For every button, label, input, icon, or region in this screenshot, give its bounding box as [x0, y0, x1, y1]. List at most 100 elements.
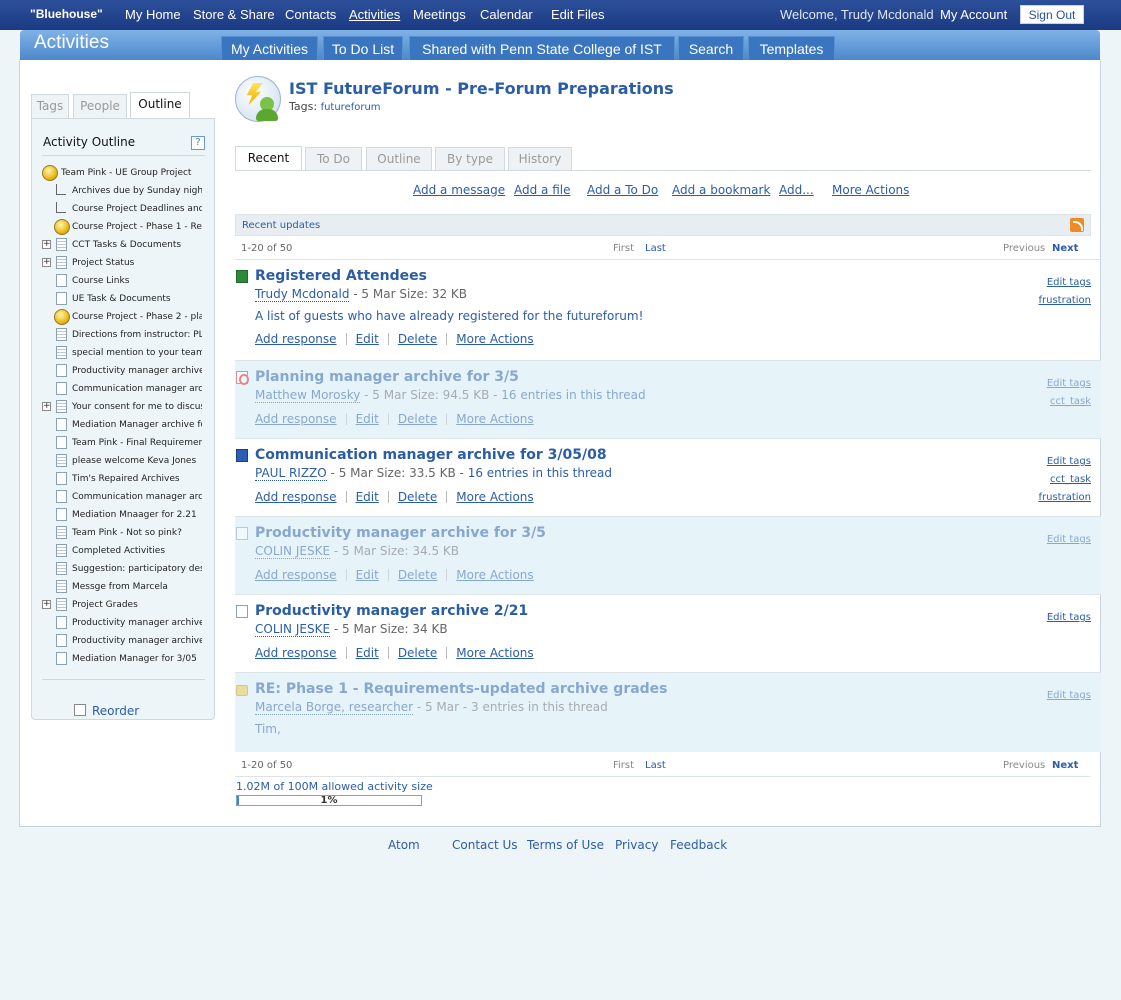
- add-response-link[interactable]: Add response: [255, 646, 337, 660]
- add-response-link[interactable]: Add response: [255, 490, 337, 504]
- entry-title[interactable]: Planning manager archive for 3/5: [255, 369, 519, 385]
- tab-my-activities[interactable]: My Activities: [221, 36, 318, 60]
- add-response-link[interactable]: Add response: [255, 412, 337, 426]
- entry-tag-link[interactable]: cct_task: [1050, 474, 1091, 485]
- sidebar-tab-people[interactable]: People: [73, 94, 127, 118]
- footer-privacy-link[interactable]: Privacy: [615, 838, 658, 852]
- tab-recent[interactable]: Recent: [235, 146, 302, 171]
- outline-item[interactable]: Course Project Deadlines and T: [32, 201, 216, 217]
- outline-item[interactable]: Team Pink - Final Requirements: [32, 435, 216, 451]
- footer-terms-link[interactable]: Terms of Use: [527, 838, 604, 852]
- outline-item[interactable]: + Project Status: [32, 255, 216, 271]
- delete-link[interactable]: Delete: [398, 490, 437, 504]
- entry-author-link[interactable]: Marcela Borge, researcher: [255, 700, 414, 715]
- outline-item[interactable]: Mediation Manager for 3/05: [32, 651, 216, 667]
- entry-author-link[interactable]: COLIN JESKE: [255, 622, 331, 637]
- entry-author-link[interactable]: COLIN JESKE: [255, 544, 331, 559]
- nav-calendar[interactable]: Calendar: [480, 7, 533, 22]
- more-actions-link[interactable]: More Actions: [832, 183, 909, 197]
- entry-title[interactable]: Productivity manager archive 2/21: [255, 603, 528, 619]
- outline-item[interactable]: Productivity manager archive fo: [32, 363, 216, 379]
- footer-atom-link[interactable]: Atom: [388, 838, 420, 852]
- outline-item[interactable]: Messge from Marcela: [32, 579, 216, 595]
- next-page-link[interactable]: Next: [1052, 243, 1078, 254]
- reorder-checkbox[interactable]: [74, 704, 86, 716]
- more-actions-link[interactable]: More Actions: [456, 568, 533, 582]
- expand-icon[interactable]: +: [42, 600, 51, 609]
- outline-item[interactable]: Mediation Manager archive for 2: [32, 417, 216, 433]
- my-account-link[interactable]: My Account: [940, 7, 1007, 22]
- outline-item[interactable]: Tim's Repaired Archives: [32, 471, 216, 487]
- tab-outline[interactable]: Outline: [366, 147, 432, 170]
- entry-title[interactable]: Productivity manager archive for 3/5: [255, 525, 546, 541]
- expand-icon[interactable]: +: [42, 240, 51, 249]
- edit-link[interactable]: Edit: [356, 490, 379, 504]
- delete-link[interactable]: Delete: [398, 332, 437, 346]
- next-page-link[interactable]: Next: [1052, 760, 1078, 771]
- nav-my-home[interactable]: My Home: [125, 7, 181, 22]
- outline-item[interactable]: Team Pink - Not so pink?: [32, 525, 216, 541]
- entry-tag-link[interactable]: frustration: [1039, 295, 1092, 306]
- outline-item[interactable]: Communication manager archiv: [32, 381, 216, 397]
- more-actions-link[interactable]: More Actions: [456, 490, 533, 504]
- footer-feedback-link[interactable]: Feedback: [670, 838, 727, 852]
- nav-edit-files[interactable]: Edit Files: [551, 7, 604, 22]
- tab-templates[interactable]: Templates: [748, 36, 835, 60]
- outline-item[interactable]: special mention to your team i: [32, 345, 216, 361]
- add-bookmark-link[interactable]: Add a bookmark: [672, 183, 770, 197]
- edit-tags-link[interactable]: Edit tags: [1047, 690, 1091, 701]
- tab-todo-list[interactable]: To Do List: [323, 36, 403, 60]
- outline-item[interactable]: Archives due by Sunday night: [32, 183, 216, 199]
- add-file-link[interactable]: Add a file: [514, 183, 571, 197]
- add-response-link[interactable]: Add response: [255, 568, 337, 582]
- help-icon[interactable]: ?: [191, 136, 205, 150]
- nav-store-share[interactable]: Store & Share: [193, 7, 275, 22]
- edit-tags-link[interactable]: Edit tags: [1047, 378, 1091, 389]
- edit-link[interactable]: Edit: [356, 568, 379, 582]
- add-message-link[interactable]: Add a message: [413, 183, 505, 197]
- thread-count-link[interactable]: 16 entries in this thread: [468, 466, 612, 480]
- outline-item[interactable]: Course Project - Phase 1 - Requ: [32, 219, 216, 235]
- outline-item[interactable]: + Project Grades: [32, 597, 216, 613]
- outline-item[interactable]: Mediation Mnaager for 2.21: [32, 507, 216, 523]
- outline-item[interactable]: Directions from instructor: PLEA: [32, 327, 216, 343]
- first-page-link[interactable]: First: [613, 243, 634, 254]
- tab-history[interactable]: History: [508, 147, 572, 170]
- outline-item[interactable]: Course Links: [32, 273, 216, 289]
- outline-item[interactable]: Team Pink - UE Group Project: [32, 165, 216, 181]
- first-page-link[interactable]: First: [613, 760, 634, 771]
- entry-tag-link[interactable]: cct_task: [1050, 396, 1091, 407]
- nav-meetings[interactable]: Meetings: [413, 7, 466, 22]
- entry-author-link[interactable]: Trudy Mcdonald: [255, 287, 350, 302]
- outline-item[interactable]: Productivity manager archive fo: [32, 633, 216, 649]
- outline-item[interactable]: + Your consent for me to discuss: [32, 399, 216, 415]
- outline-item[interactable]: Completed Activities: [32, 543, 216, 559]
- more-actions-link[interactable]: More Actions: [456, 412, 533, 426]
- outline-item[interactable]: + CCT Tasks & Documents: [32, 237, 216, 253]
- previous-page-link[interactable]: Previous: [1003, 760, 1045, 771]
- expand-icon[interactable]: +: [42, 258, 51, 267]
- rss-feed-icon[interactable]: [1070, 218, 1084, 232]
- entry-title[interactable]: Communication manager archive for 3/05/0…: [255, 447, 607, 463]
- last-page-link[interactable]: Last: [645, 243, 666, 254]
- edit-link[interactable]: Edit: [356, 412, 379, 426]
- nav-activities[interactable]: Activities: [349, 7, 400, 22]
- edit-tags-link[interactable]: Edit tags: [1047, 612, 1091, 623]
- edit-link[interactable]: Edit: [356, 332, 379, 346]
- outline-item[interactable]: Productivity manager archive 2.: [32, 615, 216, 631]
- add-more-link[interactable]: Add...: [779, 183, 814, 197]
- delete-link[interactable]: Delete: [398, 646, 437, 660]
- edit-tags-link[interactable]: Edit tags: [1047, 534, 1091, 545]
- last-page-link[interactable]: Last: [645, 760, 666, 771]
- more-actions-link[interactable]: More Actions: [456, 332, 533, 346]
- delete-link[interactable]: Delete: [398, 568, 437, 582]
- edit-tags-link[interactable]: Edit tags: [1047, 277, 1091, 288]
- entry-author-link[interactable]: Matthew Morosky: [255, 388, 361, 403]
- add-response-link[interactable]: Add response: [255, 332, 337, 346]
- tab-search[interactable]: Search: [678, 36, 744, 60]
- entry-tag-link[interactable]: frustration: [1039, 492, 1092, 503]
- sign-out-button[interactable]: Sign Out: [1020, 5, 1084, 24]
- outline-item[interactable]: Course Project - Phase 2 - place: [32, 309, 216, 325]
- expand-icon[interactable]: +: [42, 402, 51, 411]
- outline-item[interactable]: UE Task & Documents: [32, 291, 216, 307]
